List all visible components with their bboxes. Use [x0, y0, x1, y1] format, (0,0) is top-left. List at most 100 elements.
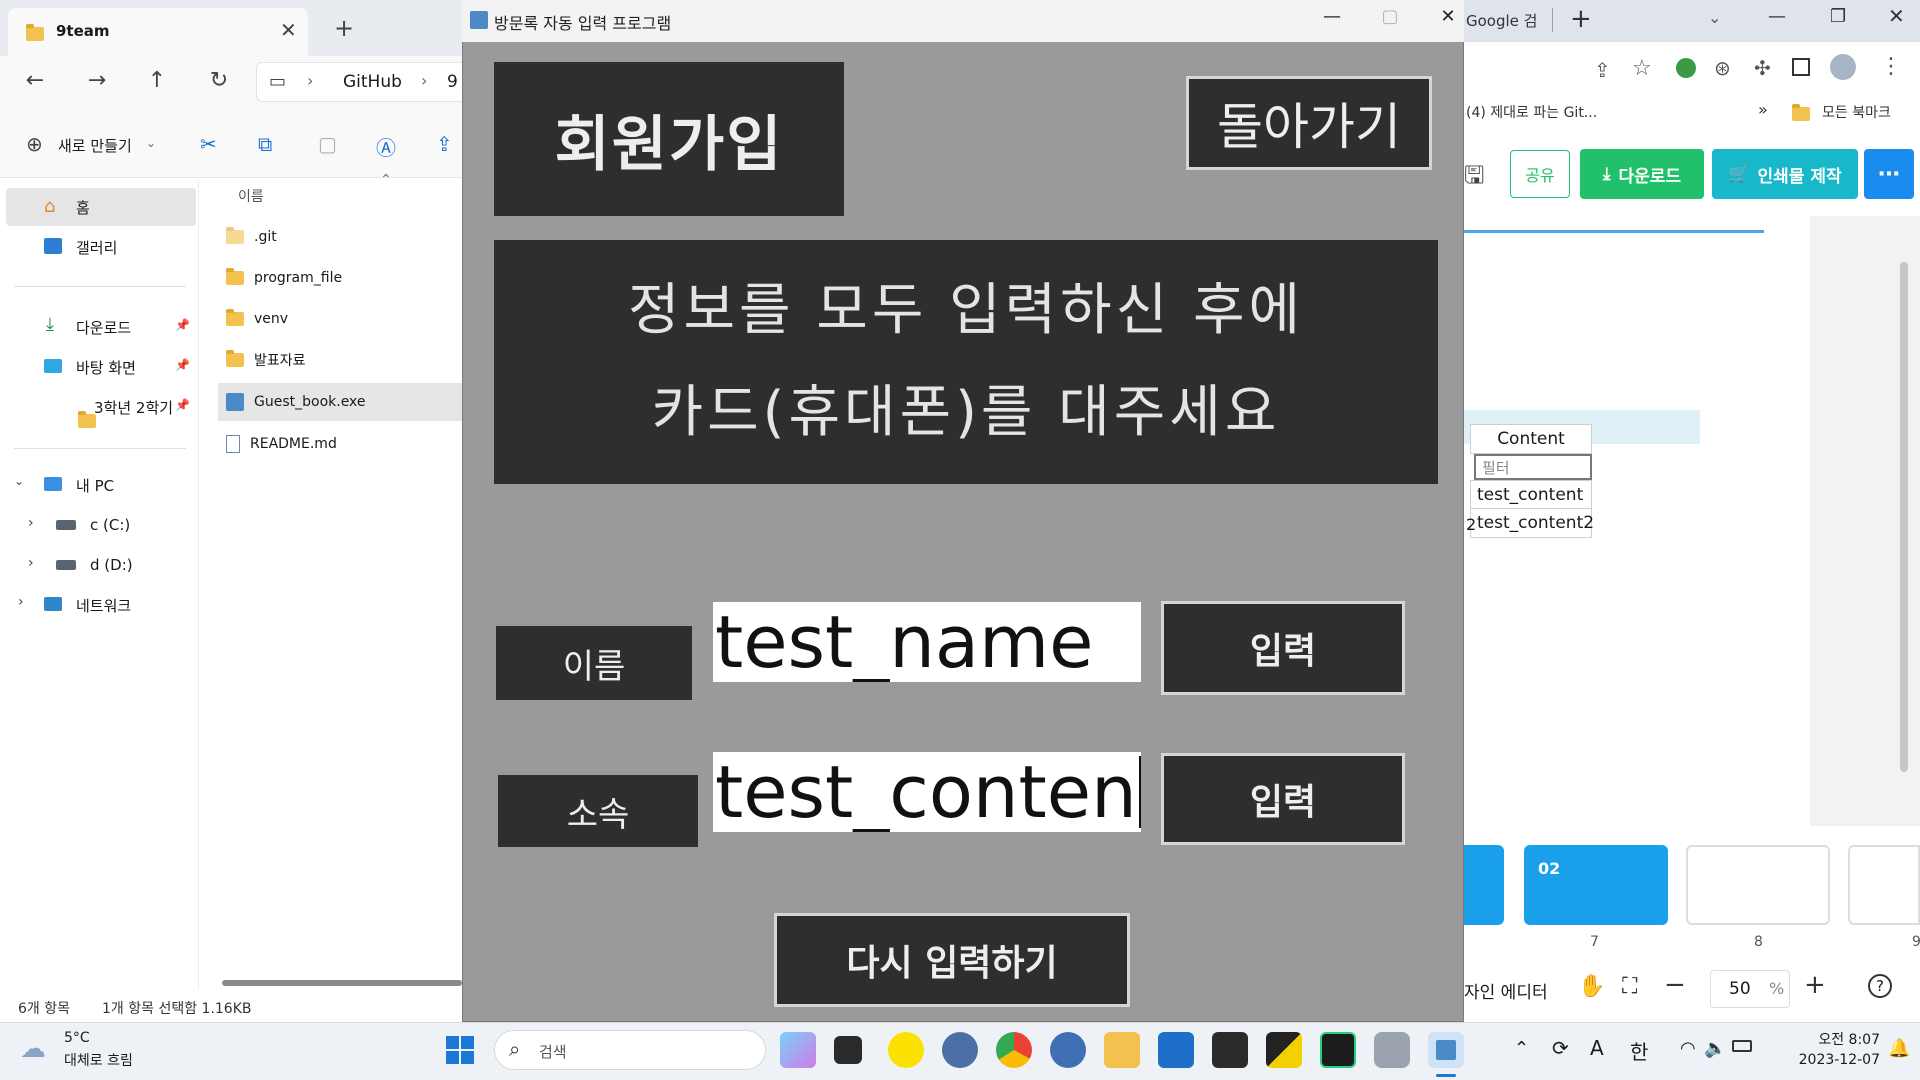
slide-thumbnail[interactable]: [1848, 845, 1920, 925]
copy-icon[interactable]: ⧉: [258, 132, 272, 156]
sidebar-item-semester[interactable]: 3학년 2학기 📌: [8, 388, 196, 428]
zoom-out-icon[interactable]: −: [1664, 970, 1686, 1000]
new-button[interactable]: 새로 만들기: [58, 135, 132, 156]
minimize-icon[interactable]: —: [1312, 6, 1352, 36]
rename-icon[interactable]: Ⓐ: [376, 132, 396, 161]
mail-icon[interactable]: [1158, 1032, 1194, 1068]
help-icon[interactable]: ?: [1868, 974, 1892, 998]
explorer-tab[interactable]: 9team ✕: [8, 8, 308, 56]
extension-icon[interactable]: ⊛: [1714, 56, 1731, 80]
start-button[interactable]: [442, 1032, 478, 1068]
maximize-icon[interactable]: ▢: [1370, 6, 1410, 36]
weather-icon[interactable]: ☁: [20, 1034, 46, 1064]
chevron-up-icon[interactable]: ⌃: [1514, 1038, 1529, 1059]
hand-icon[interactable]: ✋: [1578, 974, 1605, 999]
clock[interactable]: 오전 8:07 2023-12-07: [1770, 1030, 1880, 1070]
address-bar[interactable]: ▭ › GitHub › 9: [256, 62, 466, 102]
download-button[interactable]: ⤓ 다운로드: [1580, 149, 1704, 199]
sidebar-item-drive-c[interactable]: c (C:): [22, 506, 210, 544]
close-tab-icon[interactable]: ✕: [280, 18, 297, 42]
chevron-down-icon[interactable]: ⌄: [1708, 8, 1721, 27]
slide-thumbnail[interactable]: [1686, 845, 1830, 925]
table-filter-input[interactable]: 필터: [1474, 454, 1592, 480]
fullscreen-icon[interactable]: ⛶: [1622, 974, 1637, 999]
reset-button[interactable]: 다시 입력하기: [774, 913, 1130, 1007]
kakaotalk-icon[interactable]: [888, 1032, 924, 1068]
sidebar-item-drive-d[interactable]: d (D:): [22, 546, 210, 584]
zoom-in-icon[interactable]: +: [1804, 970, 1826, 1000]
more-bookmarks-icon[interactable]: »: [1758, 100, 1768, 119]
close-icon[interactable]: ✕: [1888, 4, 1905, 28]
gear-app-icon[interactable]: [1050, 1032, 1086, 1068]
file-row[interactable]: 발표자료: [218, 341, 468, 379]
zoom-input[interactable]: 50 %: [1710, 970, 1790, 1008]
name-input[interactable]: test_name: [713, 602, 1141, 682]
battery-icon[interactable]: [1732, 1040, 1752, 1052]
share-icon[interactable]: ⇪: [436, 132, 453, 156]
sync-icon[interactable]: ⟳: [1552, 1036, 1569, 1060]
avatar[interactable]: [1830, 54, 1856, 80]
breadcrumb-github[interactable]: GitHub: [343, 72, 402, 92]
sidebar-item-network[interactable]: 네트워크: [8, 586, 196, 624]
share-button[interactable]: 공유: [1510, 150, 1570, 198]
name-submit-button[interactable]: 입력: [1161, 601, 1405, 695]
column-header-name[interactable]: 이름: [238, 186, 264, 206]
affiliation-input[interactable]: test_conten: [713, 752, 1141, 832]
print-button[interactable]: 🛒 인쇄물 제작: [1712, 149, 1858, 199]
weather-description[interactable]: 대체로 흐림: [64, 1050, 133, 1070]
more-vert-icon[interactable]: ⋮: [1880, 54, 1902, 79]
bookmark-item[interactable]: (4) 제대로 파는 Git...: [1466, 102, 1597, 122]
copilot-icon[interactable]: [780, 1032, 816, 1068]
pin-icon[interactable]: 📌: [175, 398, 190, 412]
new-tab-icon[interactable]: +: [1570, 4, 1592, 34]
sidebar-icon[interactable]: [1792, 58, 1810, 76]
task-view-icon[interactable]: [834, 1036, 862, 1064]
back-button[interactable]: 돌아가기: [1186, 76, 1432, 170]
star-icon[interactable]: ☆: [1632, 56, 1652, 81]
wifi-icon[interactable]: ◠: [1680, 1038, 1696, 1059]
horizontal-scrollbar[interactable]: [222, 980, 462, 986]
vertical-scrollbar[interactable]: [1900, 262, 1908, 772]
forward-arrow-icon[interactable]: →: [82, 68, 112, 93]
file-row-selected[interactable]: Guest_book.exe: [218, 383, 468, 421]
puzzle-icon[interactable]: ✣: [1754, 56, 1771, 80]
file-row[interactable]: program_file: [218, 259, 468, 297]
new-tab-icon[interactable]: +: [334, 14, 354, 42]
extension-icon[interactable]: [1676, 58, 1696, 78]
file-explorer-icon[interactable]: [1104, 1032, 1140, 1068]
file-row[interactable]: .git: [218, 218, 468, 256]
up-arrow-icon[interactable]: ↑: [142, 68, 172, 93]
breadcrumb-folder[interactable]: 9: [447, 72, 458, 92]
ime-mode-a[interactable]: A: [1590, 1036, 1604, 1060]
pin-icon[interactable]: 📌: [175, 358, 190, 372]
sidebar-item-this-pc[interactable]: 내 PC: [8, 466, 196, 504]
calendar-app-icon[interactable]: [1212, 1032, 1248, 1068]
sidebar-item-desktop[interactable]: 바탕 화면 📌: [8, 348, 196, 386]
back-arrow-icon[interactable]: ←: [20, 68, 50, 93]
sticky-notes-icon[interactable]: [1266, 1032, 1302, 1068]
slide-thumbnail[interactable]: 02: [1524, 845, 1668, 925]
save-icon[interactable]: 🖫: [1464, 158, 1484, 199]
more-options-button[interactable]: ⋯: [1864, 149, 1914, 199]
browser-tab-title[interactable]: Google 검: [1466, 10, 1537, 31]
sidebar-item-home[interactable]: ⌂ 홈: [8, 188, 196, 226]
taskbar-search[interactable]: ⌕ 검색: [494, 1030, 766, 1070]
notification-bell-icon[interactable]: 🔔: [1888, 1038, 1910, 1059]
affiliation-submit-button[interactable]: 입력: [1161, 753, 1405, 845]
cut-icon[interactable]: ✂: [200, 132, 217, 156]
paste-icon[interactable]: ▢: [318, 132, 337, 156]
share-icon[interactable]: ⇪: [1594, 58, 1611, 82]
minimize-icon[interactable]: —: [1768, 6, 1786, 27]
volume-icon[interactable]: 🔈: [1704, 1038, 1726, 1059]
settings-icon[interactable]: [942, 1032, 978, 1068]
sidebar-item-gallery[interactable]: 갤러리: [8, 228, 196, 266]
pycharm-icon[interactable]: [1320, 1032, 1356, 1068]
ime-mode-han[interactable]: 한: [1630, 1036, 1648, 1065]
pin-icon[interactable]: 📌: [175, 318, 190, 332]
sidebar-item-downloads[interactable]: ⤓ 다운로드 📌: [8, 308, 196, 346]
weather-temperature[interactable]: 5°C: [64, 1030, 90, 1046]
guestbook-app-taskbar-icon[interactable]: [1428, 1032, 1464, 1068]
database-icon[interactable]: [1374, 1032, 1410, 1068]
bookmark-folder[interactable]: 모든 북마크: [1822, 102, 1891, 122]
refresh-icon[interactable]: ↻: [204, 68, 234, 93]
